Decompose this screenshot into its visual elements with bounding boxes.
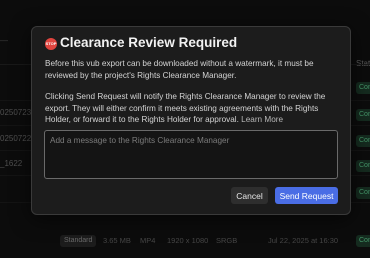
message-input[interactable] — [44, 130, 338, 179]
clearance-review-dialog: STOP Clearance Review Required Before th… — [31, 26, 351, 215]
stop-sign-icon-text: STOP — [45, 41, 57, 46]
dialog-paragraph: Before this vub export can be downloaded… — [45, 59, 314, 80]
send-request-button[interactable]: Send Request — [275, 187, 338, 204]
dialog-paragraph-text: Clicking Send Request will notify the Ri… — [45, 92, 326, 124]
dialog-body: Before this vub export can be downloaded… — [45, 58, 341, 126]
dialog-title: Clearance Review Required — [60, 35, 238, 50]
cancel-button[interactable]: Cancel — [231, 187, 268, 204]
learn-more-link[interactable]: Learn More — [241, 115, 283, 124]
dialog-paragraph: Clicking Send Request will notify the Ri… — [45, 91, 341, 126]
stop-sign-icon: STOP — [45, 38, 57, 50]
